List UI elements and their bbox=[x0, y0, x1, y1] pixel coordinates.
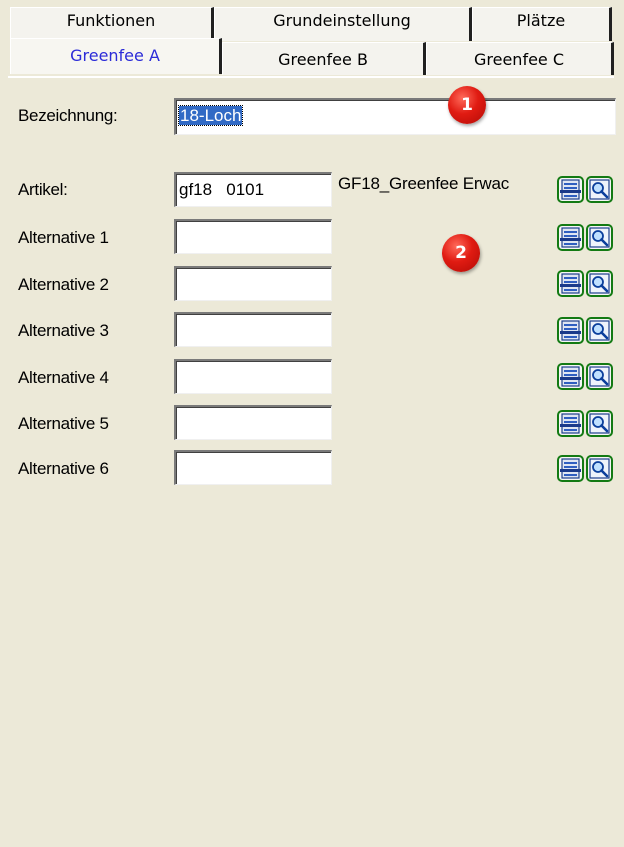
alternative-3-label: Alternative 3 bbox=[18, 321, 109, 340]
list-icon bbox=[559, 319, 582, 347]
alternative-5-label: Alternative 5 bbox=[18, 414, 109, 433]
artikel-search-button[interactable] bbox=[586, 176, 613, 203]
list-icon bbox=[559, 457, 582, 485]
alternative-1-list-button[interactable] bbox=[557, 224, 584, 251]
magnifier-icon bbox=[588, 178, 611, 206]
magnifier-icon bbox=[588, 412, 611, 440]
list-icon bbox=[559, 178, 582, 206]
magnifier-icon bbox=[588, 365, 611, 393]
bezeichnung-field[interactable]: 18-Loch bbox=[174, 98, 616, 135]
alternative-2-field[interactable] bbox=[174, 266, 332, 301]
magnifier-icon bbox=[588, 457, 611, 485]
alternative-3-list-button[interactable] bbox=[557, 317, 584, 344]
alternative-4-field[interactable] bbox=[174, 359, 332, 394]
alternative-2-list-button[interactable] bbox=[557, 270, 584, 297]
tab-greenfee-c[interactable]: Greenfee C bbox=[426, 42, 614, 75]
artikel-list-button[interactable] bbox=[557, 176, 584, 203]
alternative-3-field[interactable] bbox=[174, 312, 332, 347]
alternative-1-field[interactable] bbox=[174, 219, 332, 254]
annotation-marker-2: 2 bbox=[442, 234, 480, 272]
alternative-6-label: Alternative 6 bbox=[18, 459, 109, 478]
alternative-2-search-button[interactable] bbox=[586, 270, 613, 297]
annotation-marker-1: 1 bbox=[448, 86, 486, 124]
bezeichnung-label: Bezeichnung: bbox=[18, 106, 118, 125]
alternative-5-search-button[interactable] bbox=[586, 410, 613, 437]
artikel-field[interactable]: gf18 0101 bbox=[174, 172, 332, 207]
tab-greenfee-b[interactable]: Greenfee B bbox=[222, 42, 426, 75]
artikel-description: GF18_Greenfee Erwac bbox=[338, 174, 510, 193]
tab-greenfee-a[interactable]: Greenfee A bbox=[10, 38, 222, 74]
alternative-5-field[interactable] bbox=[174, 405, 332, 440]
list-icon bbox=[559, 365, 582, 393]
magnifier-icon bbox=[588, 272, 611, 300]
alternative-1-label: Alternative 1 bbox=[18, 228, 109, 247]
tab-grundeinstellung[interactable]: Grundeinstellung bbox=[214, 7, 472, 41]
bezeichnung-value: 18-Loch bbox=[177, 105, 244, 126]
alternative-4-search-button[interactable] bbox=[586, 363, 613, 390]
alternative-4-label: Alternative 4 bbox=[18, 368, 109, 387]
alternative-5-list-button[interactable] bbox=[557, 410, 584, 437]
tab-strip: Funktionen Grundeinstellung Plätze Green… bbox=[0, 0, 624, 80]
artikel-label: Artikel: bbox=[18, 180, 68, 199]
alternative-4-list-button[interactable] bbox=[557, 363, 584, 390]
alternative-6-list-button[interactable] bbox=[557, 455, 584, 482]
tab-divider bbox=[8, 76, 614, 78]
tab-funktionen[interactable]: Funktionen bbox=[10, 7, 214, 41]
list-icon bbox=[559, 412, 582, 440]
list-icon bbox=[559, 226, 582, 254]
alternative-1-search-button[interactable] bbox=[586, 224, 613, 251]
alternative-6-search-button[interactable] bbox=[586, 455, 613, 482]
magnifier-icon bbox=[588, 226, 611, 254]
magnifier-icon bbox=[588, 319, 611, 347]
tab-plaetze[interactable]: Plätze bbox=[472, 7, 612, 41]
alternative-2-label: Alternative 2 bbox=[18, 275, 109, 294]
alternative-6-field[interactable] bbox=[174, 450, 332, 485]
alternative-3-search-button[interactable] bbox=[586, 317, 613, 344]
list-icon bbox=[559, 272, 582, 300]
